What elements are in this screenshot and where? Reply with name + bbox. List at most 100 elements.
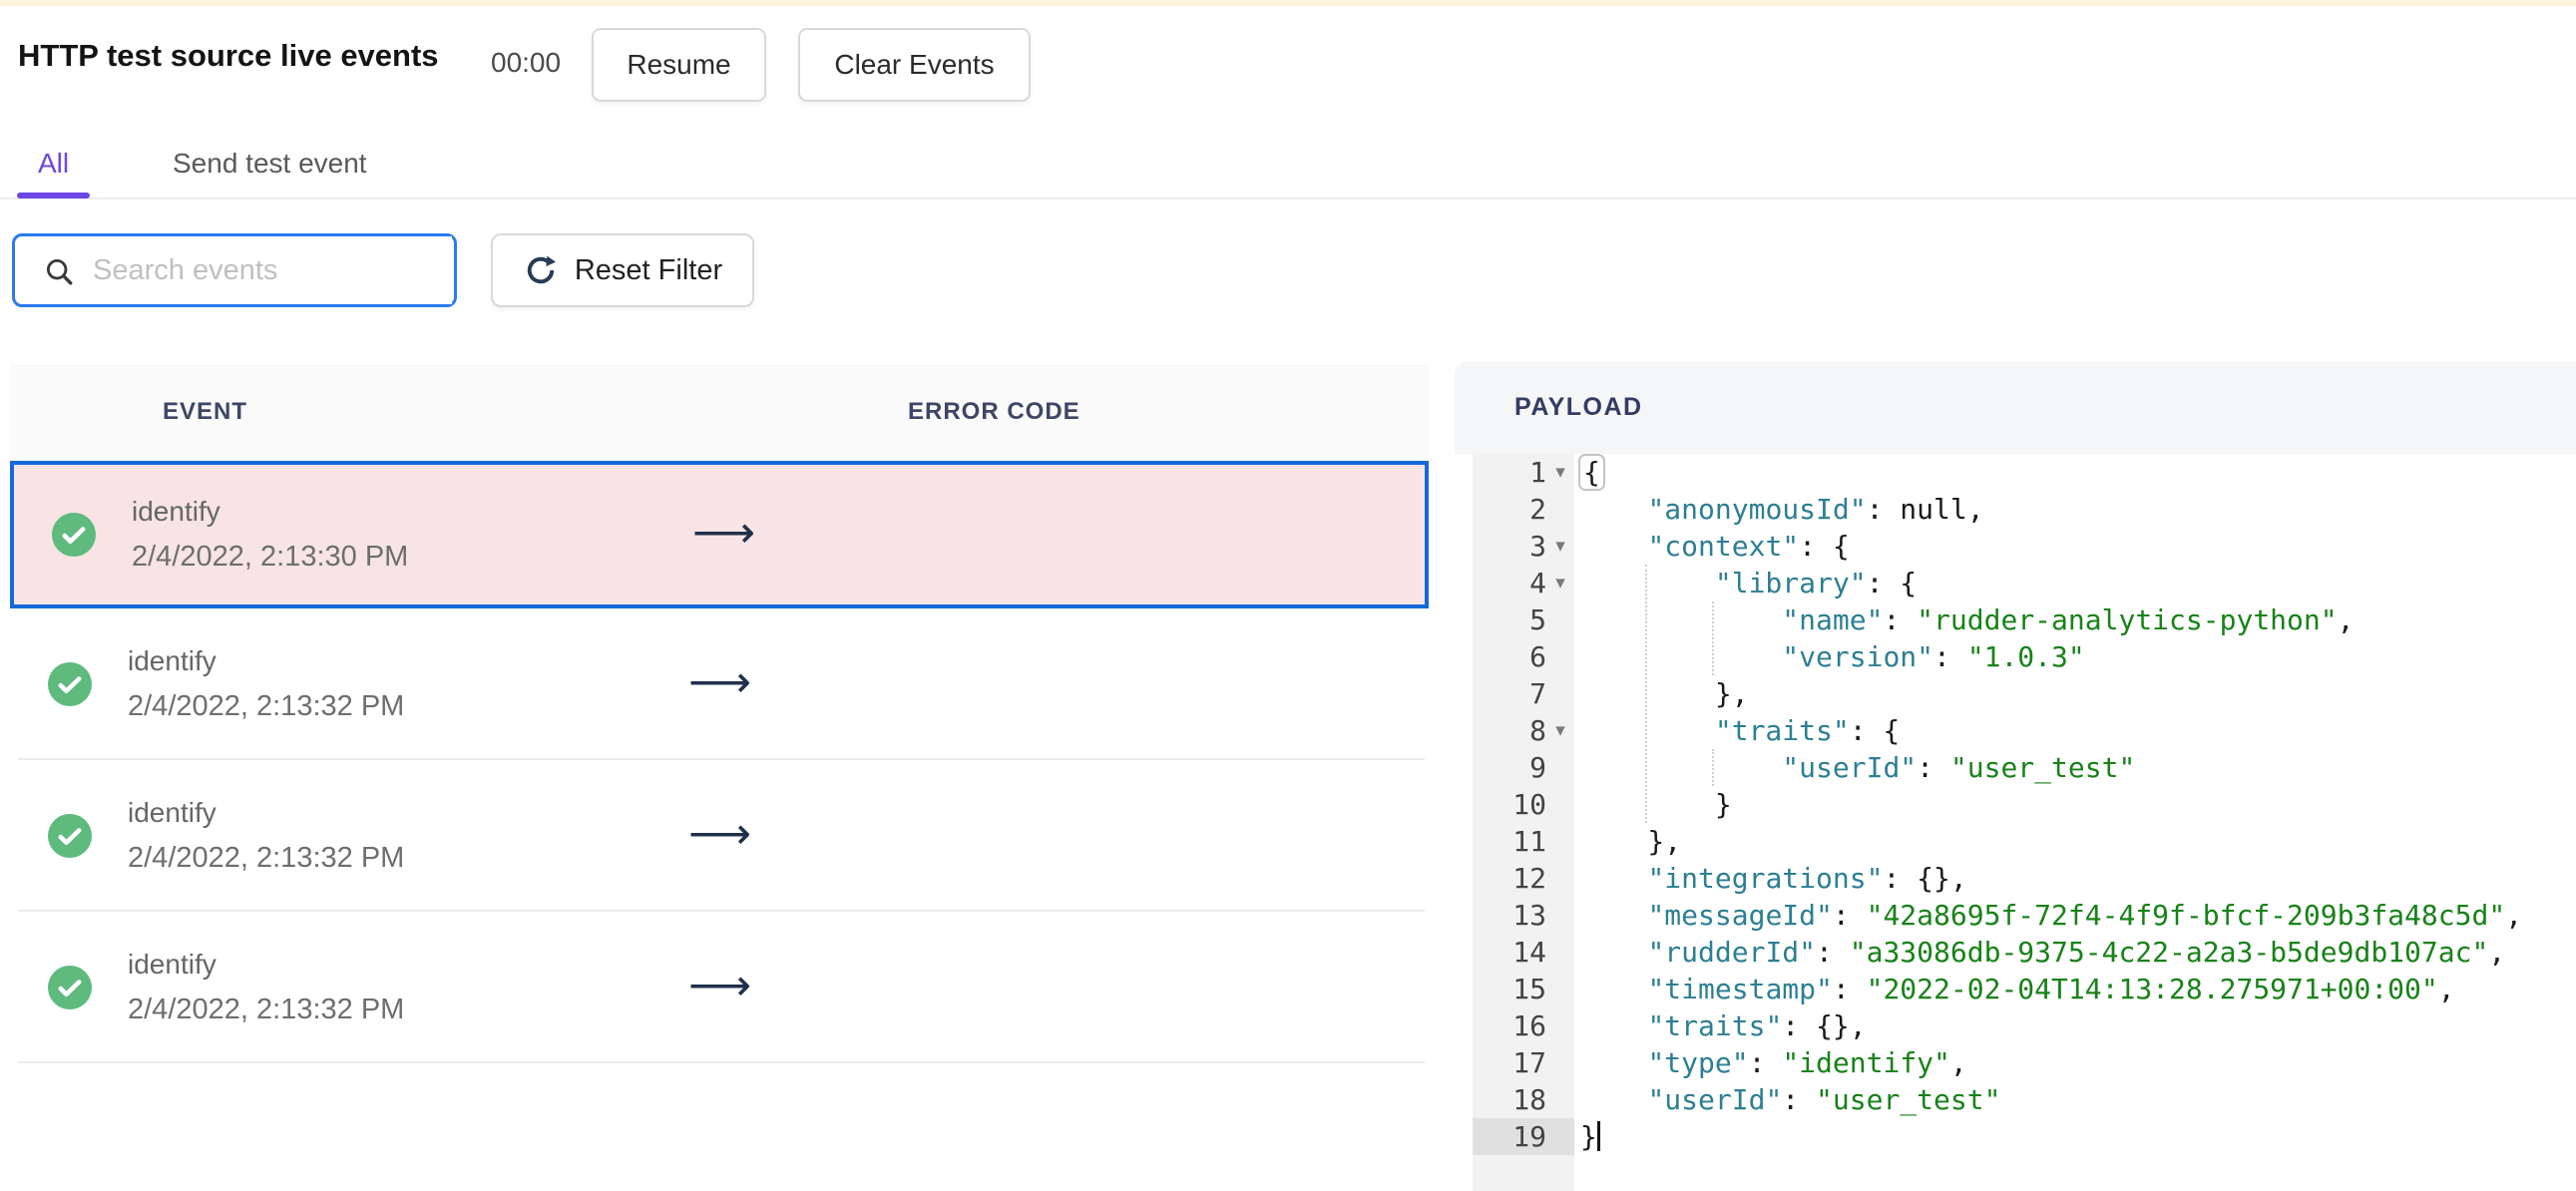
line-number: 17 [1512, 1046, 1546, 1079]
line-number-cell: 9 [1473, 749, 1574, 786]
code-text[interactable]: { [1574, 454, 1605, 491]
tab-send-test-event[interactable]: Send test event [173, 148, 367, 180]
line-number: 13 [1512, 899, 1546, 932]
event-arrow-icon: ⟶ [688, 809, 752, 859]
resume-button[interactable]: Resume [592, 28, 766, 102]
session-timer: 00:00 [491, 47, 562, 78]
line-number-cell: 13 [1473, 897, 1574, 934]
payload-panel: PAYLOAD 1 ▾{2 "anonymousId": null, 3 ▾ "con… [1455, 362, 2576, 1191]
code-text[interactable]: "library": { [1574, 565, 1917, 601]
code-text[interactable]: "version": "1.0.3" [1574, 638, 2084, 675]
code-line: 8 ▾ "traits": { [1473, 712, 2576, 749]
code-text[interactable]: "name": "rudder-analytics-python", [1574, 601, 2354, 638]
line-number-cell: 15 [1473, 971, 1574, 1007]
event-name: identify [128, 645, 216, 676]
code-line: 10 } [1473, 786, 2576, 823]
fold-toggle-icon[interactable]: ▾ [1546, 461, 1574, 484]
event-row[interactable]: identify 2/4/2022, 2:13:32 PM ⟶ [10, 912, 1429, 1063]
line-number: 19 [1512, 1120, 1546, 1153]
code-text[interactable]: "traits": { [1574, 712, 1900, 749]
line-number: 3 [1529, 530, 1546, 563]
code-text[interactable]: "integrations": {}, [1574, 860, 1966, 897]
search-input[interactable] [93, 236, 452, 304]
code-text[interactable]: "context": { [1574, 528, 1849, 565]
line-number: 12 [1512, 862, 1546, 895]
line-number-cell: 2 [1473, 491, 1574, 528]
active-tab-indicator [17, 193, 90, 198]
event-row[interactable]: identify 2/4/2022, 2:13:32 PM ⟶ [10, 760, 1429, 912]
event-timestamp: 2/4/2022, 2:13:32 PM [128, 842, 405, 874]
text-cursor [1596, 1121, 1600, 1151]
success-status-icon [48, 966, 92, 1009]
line-number-cell: 4 ▾ [1473, 565, 1574, 601]
fold-toggle-icon[interactable]: ▾ [1546, 719, 1574, 742]
line-number-cell: 1 ▾ [1473, 454, 1574, 491]
code-text[interactable]: } [1574, 1118, 1600, 1155]
search-events-field[interactable] [12, 233, 457, 307]
code-text[interactable]: "userId": "user_test" [1574, 1081, 2000, 1118]
code-text[interactable]: "timestamp": "2022-02-04T14:13:28.275971… [1574, 971, 2454, 1007]
event-timestamp: 2/4/2022, 2:13:32 PM [128, 690, 405, 722]
code-line: 7 }, [1473, 675, 2576, 712]
code-line: 3 ▾ "context": { [1473, 528, 2576, 565]
fold-toggle-icon[interactable]: ▾ [1546, 535, 1574, 558]
line-number: 4 [1529, 567, 1546, 599]
line-number: 2 [1529, 493, 1546, 526]
line-number-cell: 16 [1473, 1007, 1574, 1044]
column-header-event: EVENT [163, 398, 248, 425]
success-status-icon [48, 662, 92, 706]
line-number: 16 [1512, 1009, 1546, 1042]
event-text-block: identify 2/4/2022, 2:13:32 PM [128, 797, 404, 875]
line-number: 9 [1529, 751, 1546, 784]
tab-bar: All Send test event [0, 130, 2576, 201]
code-text[interactable]: "anonymousId": null, [1574, 491, 1983, 528]
json-editor[interactable]: 1 ▾{2 "anonymousId": null, 3 ▾ "context": {… [1455, 454, 2576, 1191]
code-line: 13 "messageId": "42a8695f-72f4-4f9f-bfcf… [1473, 897, 2576, 934]
event-row[interactable]: identify 2/4/2022, 2:13:32 PM ⟶ [10, 608, 1429, 760]
line-number-cell: 5 [1473, 601, 1574, 638]
line-number-cell: 3 ▾ [1473, 528, 1574, 565]
code-line: 16 "traits": {}, [1473, 1007, 2576, 1044]
success-status-icon [52, 513, 96, 557]
payload-panel-header: PAYLOAD [1455, 362, 2576, 454]
code-text[interactable]: "type": "identify", [1574, 1044, 1966, 1081]
event-text-block: identify 2/4/2022, 2:13:30 PM [132, 496, 408, 574]
line-number: 6 [1529, 640, 1546, 673]
code-text[interactable]: } [1574, 786, 1732, 823]
event-text-block: identify 2/4/2022, 2:13:32 PM [128, 949, 404, 1026]
code-text[interactable]: "rudderId": "a33086db-9375-4c22-a2a3-b5d… [1574, 934, 2505, 971]
event-timestamp: 2/4/2022, 2:13:30 PM [132, 541, 409, 573]
live-events-page: HTTP test source live events 00:00 Resum… [0, 0, 2576, 1191]
code-text[interactable]: "messageId": "42a8695f-72f4-4f9f-bfcf-20… [1574, 897, 2522, 934]
line-number: 7 [1529, 677, 1546, 710]
code-text[interactable]: }, [1574, 823, 1681, 860]
line-number: 1 [1529, 456, 1546, 489]
code-line: 2 "anonymousId": null, [1473, 491, 2576, 528]
clear-events-button[interactable]: Clear Events [798, 28, 1031, 102]
event-row[interactable]: identify 2/4/2022, 2:13:30 PM ⟶ [10, 461, 1429, 608]
top-accent-strip [0, 0, 2576, 6]
code-line: 6 "version": "1.0.3" [1473, 638, 2576, 675]
refresh-icon [527, 255, 556, 284]
line-number-cell: 11 [1473, 823, 1574, 860]
line-number: 5 [1529, 603, 1546, 636]
resume-button-label: Resume [627, 49, 731, 80]
code-text[interactable]: "userId": "user_test" [1574, 749, 2135, 786]
code-line: 18 "userId": "user_test" [1473, 1081, 2576, 1118]
line-number-cell: 6 [1473, 638, 1574, 675]
reset-filter-button[interactable]: Reset Filter [491, 233, 754, 307]
indent-guide [1645, 565, 1647, 823]
event-name: identify [132, 496, 220, 527]
code-line: 15 "timestamp": "2022-02-04T14:13:28.275… [1473, 971, 2576, 1007]
code-text[interactable]: "traits": {}, [1574, 1007, 1866, 1044]
event-arrow-icon: ⟶ [688, 657, 752, 707]
code-line: 12 "integrations": {}, [1473, 860, 2576, 897]
line-number: 8 [1529, 714, 1546, 747]
tab-all[interactable]: All [17, 148, 90, 180]
line-number-cell: 12 [1473, 860, 1574, 897]
fold-toggle-icon[interactable]: ▾ [1546, 572, 1574, 595]
code-text[interactable]: }, [1574, 675, 1749, 712]
tab-bar-divider [0, 198, 2576, 199]
indent-guide [1712, 601, 1714, 675]
line-number-cell: 8 ▾ [1473, 712, 1574, 749]
